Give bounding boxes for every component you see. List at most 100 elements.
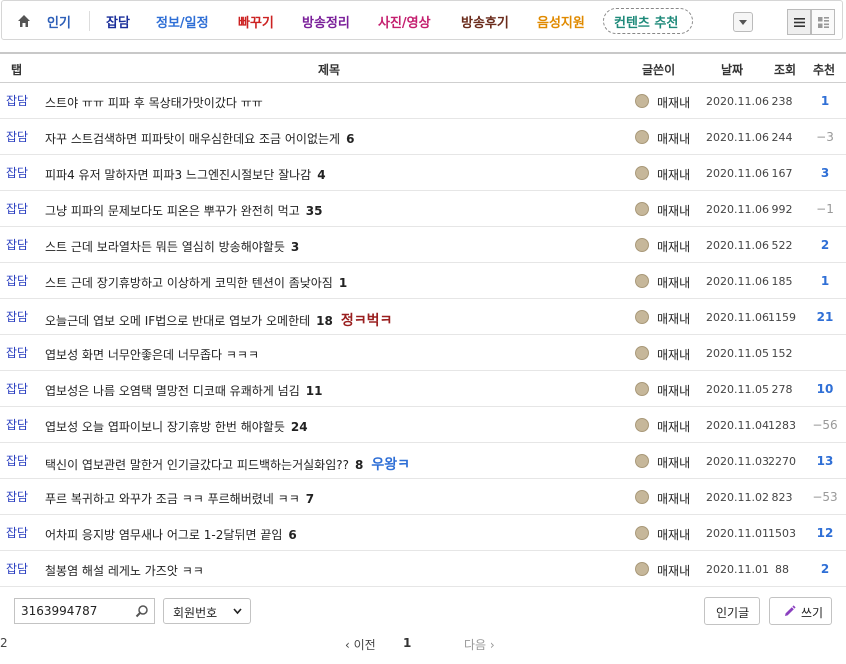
table-row[interactable]: 잡담 오늘근데 엽보 오메 IF법으로 반대로 엽보가 오메한테 18 정ㅋ벅ㅋ 매재내… xyxy=(0,299,846,335)
page-1-link[interactable]: 1 xyxy=(403,636,411,650)
post-title-link[interactable]: 자꾸 스트검색하면 피파탓이 매우심한데요 조금 어이없는게 6 xyxy=(45,130,354,147)
post-title-link[interactable]: 스트 근데 보라열차든 뭐든 열심히 방송해야할듯 3 xyxy=(45,238,299,255)
post-author[interactable]: 매재내 xyxy=(657,238,690,255)
avatar xyxy=(635,490,649,504)
post-author[interactable]: 매재내 xyxy=(657,346,690,363)
tab-chat[interactable]: 잡담 xyxy=(106,12,130,31)
tab-broadcast-summary[interactable]: 방송정리 xyxy=(302,12,350,31)
search-type-select[interactable]: 회원번호 xyxy=(163,598,251,624)
post-title-link[interactable]: 엽보성 오늘 엽파이보니 장기휴방 한번 해야할듯 24 xyxy=(45,418,308,435)
post-views: 2270 xyxy=(768,455,796,468)
table-row[interactable]: 잡담 푸르 복귀하고 와꾸가 조금 ㅋㅋ 푸르해버렸네 ㅋㅋ 7 매재내 2020.11… xyxy=(0,479,846,515)
search-type-value: 회원번호 xyxy=(173,606,218,620)
grid-view-button[interactable] xyxy=(811,9,835,35)
row-category[interactable]: 잡담 xyxy=(6,524,28,541)
post-author[interactable]: 매재내 xyxy=(657,202,690,219)
row-category[interactable]: 잡담 xyxy=(6,164,28,181)
post-recommend: 3 xyxy=(820,166,830,180)
post-recommend: −1 xyxy=(816,202,834,216)
post-views: 88 xyxy=(775,563,789,576)
tab-popular[interactable]: 인기 xyxy=(47,12,71,31)
table-row[interactable]: 잡담 그냥 피파의 문제보다도 피온은 뿌꾸가 완전히 먹고 35 매재내 2020.1… xyxy=(0,191,846,227)
table-row[interactable]: 잡담 엽보성 오늘 엽파이보니 장기휴방 한번 해야할듯 24 매재내 2020.11.… xyxy=(0,407,846,443)
avatar xyxy=(635,202,649,216)
post-title-link[interactable]: 오늘근데 엽보 오메 IF법으로 반대로 엽보가 오메한테 18 정ㅋ벅ㅋ xyxy=(45,310,392,330)
table-row[interactable]: 잡담 스트야 ㅠㅠ 피파 후 목상태가맛이갔다 ㅠㅠ 매재내 2020.11.06 23… xyxy=(0,83,846,119)
table-row[interactable]: 잡담 택신이 엽보관련 말한거 인기글갔다고 피드백하는거실화임?? 8 우왕ㅋ 매재내… xyxy=(0,443,846,479)
post-title-text: 피파4 유저 말하자면 피파3 느그엔진시절보단 잘나감 xyxy=(45,168,312,182)
more-dropdown-button[interactable] xyxy=(733,12,753,32)
post-title-link[interactable]: 어차피 응지방 염무새나 어그로 1-2달뒤면 끝임 6 xyxy=(45,526,297,543)
row-category[interactable]: 잡담 xyxy=(6,92,28,109)
post-author[interactable]: 매재내 xyxy=(657,310,690,327)
post-title-link[interactable]: 엽보성은 나름 오염택 멸망전 디코때 유쾌하게 넘김 11 xyxy=(45,382,322,399)
header-date: 날짜 xyxy=(721,63,744,77)
post-title-link[interactable]: 스트야 ㅠㅠ 피파 후 목상태가맛이갔다 ㅠㅠ xyxy=(45,94,263,111)
post-title-link[interactable]: 철봉염 해설 레게노 가즈앗 ㅋㅋ xyxy=(45,562,204,579)
post-date: 2020.11.06 xyxy=(706,131,769,144)
post-title-link[interactable]: 스트 근데 장기휴방하고 이상하게 코믹한 텐션이 좀낮아짐 1 xyxy=(45,274,347,291)
row-category[interactable]: 잡담 xyxy=(6,488,28,505)
post-author[interactable]: 매재내 xyxy=(657,94,690,111)
post-title-link[interactable]: 엽보성 화면 너무안좋은데 너무좁다 ㅋㅋㅋ xyxy=(45,346,259,363)
row-category[interactable]: 잡담 xyxy=(6,128,28,145)
post-author[interactable]: 매재내 xyxy=(657,382,690,399)
row-category[interactable]: 잡담 xyxy=(6,200,28,217)
post-title-link[interactable]: 푸르 복귀하고 와꾸가 조금 ㅋㅋ 푸르해버렸네 ㅋㅋ 7 xyxy=(45,490,314,507)
header-tab: 탭 xyxy=(11,63,23,77)
page-2-current[interactable]: 2 xyxy=(0,636,8,650)
post-title-link[interactable]: 택신이 엽보관련 말한거 인기글갔다고 피드백하는거실화임?? 8 우왕ㅋ xyxy=(45,454,410,474)
avatar xyxy=(635,94,649,108)
row-category[interactable]: 잡담 xyxy=(6,344,28,361)
tab-voice[interactable]: 음성지원 xyxy=(537,12,585,31)
write-button[interactable]: 쓰기 xyxy=(769,597,832,625)
tab-broadcast-review[interactable]: 방송후기 xyxy=(461,12,509,31)
post-date: 2020.11.06 xyxy=(706,311,769,324)
post-views: 1283 xyxy=(768,419,796,432)
post-recommend: 21 xyxy=(816,310,834,324)
search-icon[interactable] xyxy=(135,604,149,618)
post-author[interactable]: 매재내 xyxy=(657,418,690,435)
post-author[interactable]: 매재내 xyxy=(657,490,690,507)
row-category[interactable]: 잡담 xyxy=(6,560,28,577)
row-category[interactable]: 잡담 xyxy=(6,416,28,433)
row-category[interactable]: 잡담 xyxy=(6,452,28,469)
post-date: 2020.11.06 xyxy=(706,95,769,108)
tab-ppakku[interactable]: 빠꾸기 xyxy=(238,12,274,31)
row-category[interactable]: 잡담 xyxy=(6,308,28,325)
table-row[interactable]: 잡담 어차피 응지방 염무새나 어그로 1-2달뒤면 끝임 6 매재내 2020.11.… xyxy=(0,515,846,551)
post-title-link[interactable]: 피파4 유저 말하자면 피파3 느그엔진시절보단 잘나감 4 xyxy=(45,166,326,183)
post-date: 2020.11.04 xyxy=(706,419,769,432)
tab-photo-video[interactable]: 사진/영상 xyxy=(378,12,431,31)
post-author[interactable]: 매재내 xyxy=(657,526,690,543)
tab-contents-recommend[interactable]: 컨텐츠 추천 xyxy=(614,12,678,31)
row-category[interactable]: 잡담 xyxy=(6,272,28,289)
table-row[interactable]: 잡담 엽보성은 나름 오염택 멸망전 디코때 유쾌하게 넘김 11 매재내 2020.1… xyxy=(0,371,846,407)
table-row[interactable]: 잡담 스트 근데 장기휴방하고 이상하게 코믹한 텐션이 좀낮아짐 1 매재내 2020… xyxy=(0,263,846,299)
prev-page-link[interactable]: ‹ 이전 xyxy=(345,636,376,653)
table-row[interactable]: 잡담 스트 근데 보라열차든 뭐든 열심히 방송해야할듯 3 매재내 2020.11.0… xyxy=(0,227,846,263)
next-page-link[interactable]: 다음 › xyxy=(464,636,495,653)
home-icon[interactable] xyxy=(16,13,32,29)
post-recommend: 10 xyxy=(816,382,834,396)
tab-info[interactable]: 정보/일정 xyxy=(156,12,209,31)
post-author[interactable]: 매재내 xyxy=(657,454,690,471)
table-row[interactable]: 잡담 철봉염 해설 레게노 가즈앗 ㅋㅋ 매재내 2020.11.01 88 2 xyxy=(0,551,846,587)
table-row[interactable]: 잡담 엽보성 화면 너무안좋은데 너무좁다 ㅋㅋㅋ 매재내 2020.11.05 152 xyxy=(0,335,846,371)
row-category[interactable]: 잡담 xyxy=(6,380,28,397)
post-recommend: −53 xyxy=(812,490,838,504)
list-view-button[interactable] xyxy=(787,9,811,35)
avatar xyxy=(635,418,649,432)
avatar xyxy=(635,166,649,180)
post-author[interactable]: 매재내 xyxy=(657,274,690,291)
post-author[interactable]: 매재내 xyxy=(657,166,690,183)
row-category[interactable]: 잡담 xyxy=(6,236,28,253)
popular-posts-button[interactable]: 인기글 xyxy=(704,597,760,625)
post-title-link[interactable]: 그냥 피파의 문제보다도 피온은 뿌꾸가 완전히 먹고 35 xyxy=(45,202,322,219)
post-author[interactable]: 매재내 xyxy=(657,130,690,147)
search-input[interactable] xyxy=(19,603,133,619)
table-row[interactable]: 잡담 피파4 유저 말하자면 피파3 느그엔진시절보단 잘나감 4 매재내 2020.1… xyxy=(0,155,846,191)
table-row[interactable]: 잡담 자꾸 스트검색하면 피파탓이 매우심한데요 조금 어이없는게 6 매재내 2020… xyxy=(0,119,846,155)
post-author[interactable]: 매재내 xyxy=(657,562,690,579)
post-title-text: 스트 근데 보라열차든 뭐든 열심히 방송해야할듯 xyxy=(45,240,285,254)
